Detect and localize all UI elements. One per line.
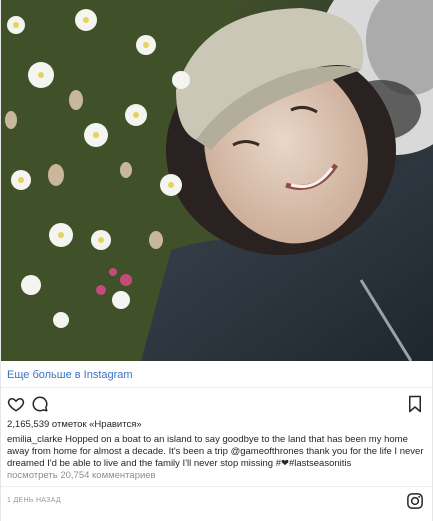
instagram-icon[interactable] (406, 492, 424, 510)
divider (1, 486, 432, 487)
post-photo[interactable] (1, 0, 433, 361)
photo-illustration (1, 0, 433, 361)
caption-text: Hopped on a boat to an island to say goo… (7, 434, 424, 469)
post-timestamp: 1 ДЕНЬ НАЗАД (7, 497, 61, 504)
heart-icon[interactable] (7, 395, 25, 413)
instagram-embed-card: Еще больше в Instagram 2,165,539 отметок… (0, 0, 433, 521)
bookmark-icon[interactable] (406, 395, 424, 413)
view-comments-link[interactable]: посмотреть 20,754 комментариев (7, 470, 156, 481)
comment-icon[interactable] (31, 395, 49, 413)
post-caption: emilia_clarke Hopped on a boat to an isl… (7, 434, 426, 470)
caption-username[interactable]: emilia_clarke (7, 434, 62, 445)
action-bar (7, 395, 426, 415)
divider (1, 387, 432, 388)
view-more-on-instagram-link[interactable]: Еще больше в Instagram (7, 369, 133, 381)
like-count: 2,165,539 отметок «Нравится» (7, 419, 142, 430)
